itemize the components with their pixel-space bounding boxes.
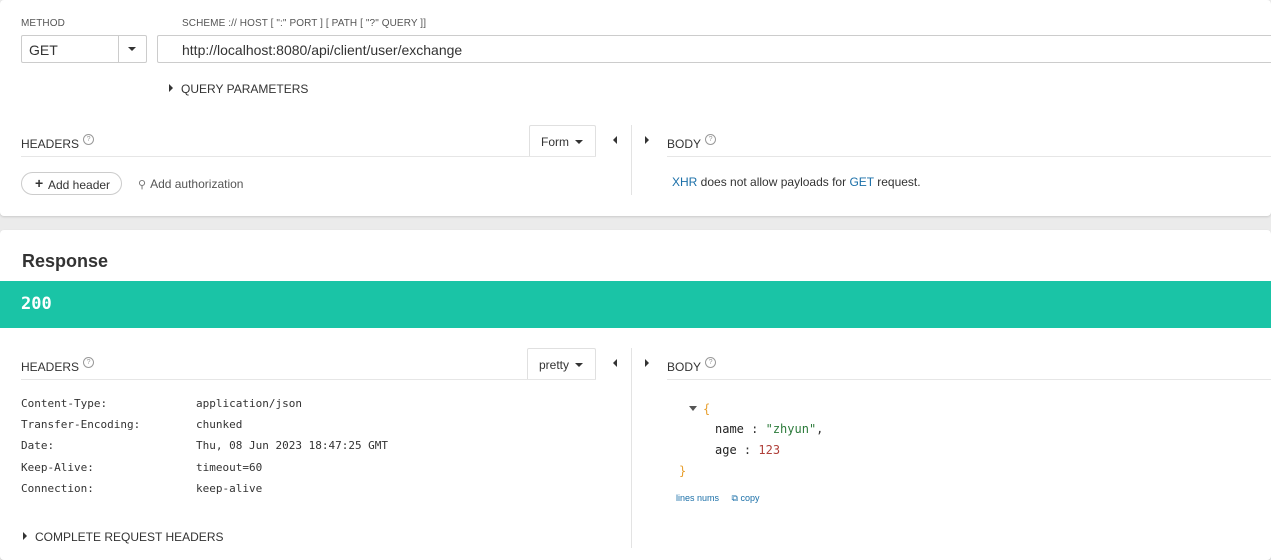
json-open-brace: { [703, 402, 711, 416]
lines-nums-toggle[interactable]: lines nums [676, 493, 719, 503]
get-link[interactable]: GET [849, 175, 873, 189]
header-key: Transfer-Encoding: [21, 418, 141, 431]
response-headers-title: HEADERS? [21, 357, 95, 374]
caret-down-icon [128, 47, 136, 51]
method-dropdown-toggle[interactable] [118, 36, 146, 62]
header-key: Content-Type: [21, 397, 108, 410]
xhr-link[interactable]: XHR [672, 175, 697, 189]
header-value: Thu, 08 Jun 2023 18:47:25 GMT [196, 439, 389, 452]
request-body-title-text: BODY [667, 137, 702, 151]
header-key: Date: [21, 439, 55, 452]
response-body-title: BODY? [667, 357, 717, 374]
help-icon[interactable]: ? [83, 357, 95, 368]
copy-icon: ⧉ [731, 493, 738, 503]
json-field: age : 123 [715, 443, 781, 457]
response-headers-divider [21, 379, 596, 380]
column-divider [631, 125, 632, 195]
response-headers-title-text: HEADERS [21, 360, 80, 374]
arrow-left-icon[interactable] [613, 359, 617, 367]
header-key: Connection: [21, 482, 94, 495]
arrow-right-icon[interactable] [645, 136, 649, 144]
caret-down-icon [575, 140, 583, 144]
complete-request-headers-label: COMPLETE REQUEST HEADERS [35, 530, 224, 544]
header-key: Keep-Alive: [21, 461, 94, 474]
help-icon[interactable]: ? [705, 357, 717, 368]
body-message-text: does not allow payloads for [697, 175, 850, 189]
json-close-brace: } [679, 464, 687, 478]
response-headers-format-value: pretty [539, 358, 570, 372]
request-panel: METHOD SCHEME :// HOST [ ":" PORT ] [ PA… [0, 0, 1271, 216]
request-headers-title-text: HEADERS [21, 137, 80, 151]
chevron-right-icon [169, 84, 173, 92]
body-tools: lines nums ⧉ copy [676, 493, 760, 504]
headers-format-value: Form [541, 135, 569, 149]
add-authorization-link[interactable]: ⚲ Add authorization [138, 177, 243, 191]
complete-request-headers-toggle[interactable]: COMPLETE REQUEST HEADERS [23, 530, 223, 544]
json-open-line[interactable]: { [689, 402, 710, 416]
request-body-title: BODY? [667, 134, 717, 151]
header-value: chunked [196, 418, 243, 431]
body-message-end: request. [873, 175, 921, 189]
chevron-right-icon [23, 532, 27, 540]
copy-label: copy [740, 493, 760, 503]
response-panel: Response 200 HEADERS? pretty BODY? Conte… [0, 230, 1271, 560]
json-key: age [715, 443, 737, 457]
status-code: 200 [21, 294, 52, 314]
arrow-left-icon[interactable] [613, 136, 617, 144]
response-body-title-text: BODY [667, 360, 702, 374]
query-parameters-toggle[interactable]: QUERY PARAMETERS [169, 82, 308, 96]
method-value: GET [29, 42, 58, 58]
url-input[interactable]: http://localhost:8080/api/client/user/ex… [157, 35, 1271, 63]
status-bar: 200 [0, 281, 1271, 328]
chevron-down-icon[interactable] [689, 406, 697, 411]
response-column-divider [631, 348, 632, 548]
add-header-label: Add header [48, 178, 111, 192]
json-field: name : "zhyun", [715, 422, 824, 436]
json-value: "zhyun" [765, 422, 817, 436]
key-icon: ⚲ [138, 179, 147, 191]
response-body-divider [667, 379, 1271, 380]
header-value: application/json [196, 397, 302, 410]
add-authorization-label: Add authorization [150, 177, 244, 191]
body-divider [667, 156, 1271, 157]
help-icon[interactable]: ? [705, 134, 717, 145]
headers-format-dropdown[interactable]: Form [529, 125, 596, 156]
headers-divider [21, 156, 596, 157]
json-separator: , [816, 422, 824, 436]
query-parameters-label: QUERY PARAMETERS [181, 82, 309, 96]
json-value: 123 [758, 443, 781, 457]
body-message: XHR does not allow payloads for GET requ… [672, 175, 921, 189]
response-headers-format-dropdown[interactable]: pretty [527, 348, 596, 379]
method-select[interactable]: GET [21, 35, 147, 63]
header-value: timeout=60 [196, 461, 263, 474]
request-headers-title: HEADERS? [21, 134, 95, 151]
method-label: METHOD [21, 18, 65, 29]
arrow-right-icon[interactable] [645, 359, 649, 367]
url-value: http://localhost:8080/api/client/user/ex… [182, 42, 463, 58]
help-icon[interactable]: ? [83, 134, 95, 145]
json-key: name [715, 422, 744, 436]
add-header-button[interactable]: + Add header [21, 172, 122, 195]
copy-button[interactable]: ⧉ copy [732, 493, 760, 503]
url-format-label: SCHEME :// HOST [ ":" PORT ] [ PATH [ "?… [182, 18, 427, 29]
json-close-line: } [679, 464, 686, 478]
plus-icon: + [35, 175, 44, 191]
header-value: keep-alive [196, 482, 263, 495]
response-title: Response [22, 251, 109, 271]
caret-down-icon [575, 363, 583, 367]
